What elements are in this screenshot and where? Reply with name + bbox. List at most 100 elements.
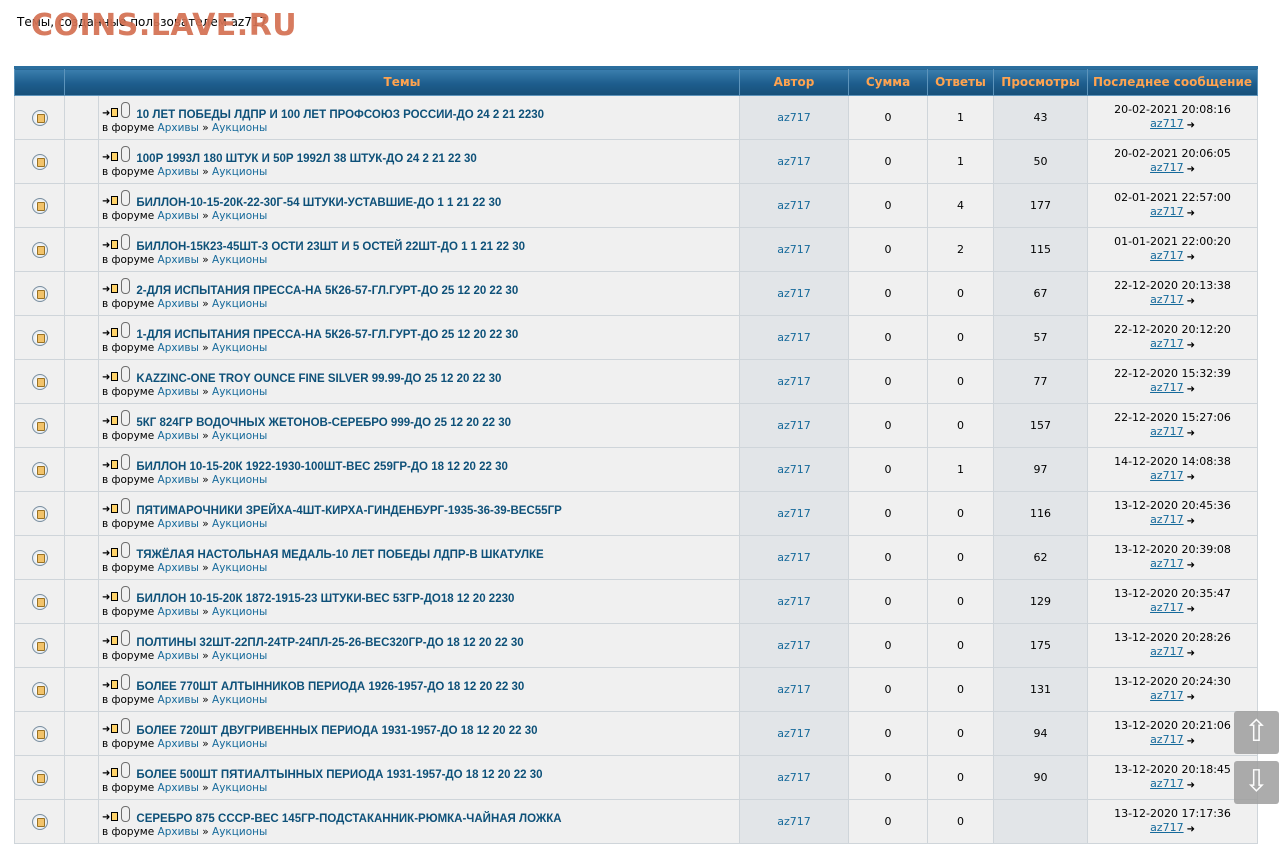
author-link[interactable]: az717 [777, 111, 811, 124]
goto-last-post-icon[interactable]: ➜ [1187, 251, 1195, 265]
last-post-author[interactable]: az717 [1150, 645, 1184, 658]
new-post-icon[interactable]: ➜ [102, 327, 119, 339]
header-last-post[interactable]: Последнее сообщение [1087, 66, 1259, 96]
forum-link-auctions[interactable]: Аукционы [212, 606, 267, 618]
topic-title-link[interactable]: БОЛЕЕ 770ШТ АЛТЫННИКОВ ПЕРИОДА 1926-1957… [136, 681, 524, 693]
forum-link-archive[interactable]: Архивы [158, 782, 199, 794]
author-link[interactable]: az717 [777, 155, 811, 168]
forum-link-archive[interactable]: Архивы [158, 738, 199, 750]
forum-link-auctions[interactable]: Аукционы [212, 474, 267, 486]
new-post-icon[interactable]: ➜ [102, 371, 119, 383]
new-post-icon[interactable]: ➜ [102, 767, 119, 779]
forum-link-auctions[interactable]: Аукционы [212, 562, 267, 574]
author-link[interactable]: az717 [777, 287, 811, 300]
topic-title-link[interactable]: БИЛЛОН-10-15-20К-22-30Г-54 ШТУКИ-УСТАВШИ… [136, 197, 501, 209]
goto-last-post-icon[interactable]: ➜ [1187, 735, 1195, 749]
topic-title-link[interactable]: БИЛЛОН 10-15-20К 1872-1915-23 ШТУКИ-ВЕС … [136, 593, 514, 605]
goto-last-post-icon[interactable]: ➜ [1187, 163, 1195, 177]
last-post-author[interactable]: az717 [1150, 733, 1184, 746]
forum-link-auctions[interactable]: Аукционы [212, 122, 267, 134]
forum-link-auctions[interactable]: Аукционы [212, 298, 267, 310]
forum-link-archive[interactable]: Архивы [158, 254, 199, 266]
last-post-author[interactable]: az717 [1150, 821, 1184, 834]
forum-link-auctions[interactable]: Аукционы [212, 166, 267, 178]
last-post-author[interactable]: az717 [1150, 117, 1184, 130]
forum-link-archive[interactable]: Архивы [158, 166, 199, 178]
author-link[interactable]: az717 [777, 551, 811, 564]
header-topics[interactable]: Темы [63, 66, 741, 96]
forum-link-auctions[interactable]: Аукционы [212, 430, 267, 442]
goto-last-post-icon[interactable]: ➜ [1187, 383, 1195, 397]
topic-title-link[interactable]: 5КГ 824ГР ВОДОЧНЫХ ЖЕТОНОВ-СЕРЕБРО 999-Д… [136, 417, 511, 429]
goto-last-post-icon[interactable]: ➜ [1187, 207, 1195, 221]
author-link[interactable]: az717 [777, 683, 811, 696]
forum-link-auctions[interactable]: Аукционы [212, 342, 267, 354]
goto-last-post-icon[interactable]: ➜ [1187, 515, 1195, 529]
author-link[interactable]: az717 [777, 639, 811, 652]
author-link[interactable]: az717 [777, 375, 811, 388]
topic-title-link[interactable]: 1-ДЛЯ ИСПЫТАНИЯ ПРЕССА-НА 5К26-57-ГЛ.ГУР… [136, 329, 518, 341]
forum-link-auctions[interactable]: Аукционы [212, 210, 267, 222]
topic-title-link[interactable]: 10 ЛЕТ ПОБЕДЫ ЛДПР И 100 ЛЕТ ПРОФСОЮЗ РО… [136, 109, 544, 121]
last-post-author[interactable]: az717 [1150, 513, 1184, 526]
topic-title-link[interactable]: 100Р 1993Л 180 ШТУК И 50Р 1992Л 38 ШТУК-… [136, 153, 476, 165]
new-post-icon[interactable]: ➜ [102, 591, 119, 603]
scroll-up-button[interactable]: ⇧ [1234, 711, 1279, 754]
author-link[interactable]: az717 [777, 463, 811, 476]
forum-link-auctions[interactable]: Аукционы [212, 518, 267, 530]
new-post-icon[interactable]: ➜ [102, 635, 119, 647]
author-link[interactable]: az717 [777, 507, 811, 520]
topic-title-link[interactable]: 2-ДЛЯ ИСПЫТАНИЯ ПРЕССА-НА 5К26-57-ГЛ.ГУР… [136, 285, 518, 297]
author-link[interactable]: az717 [777, 199, 811, 212]
topic-title-link[interactable]: БИЛЛОН-15К23-45ШТ-3 ОСТИ 23ШТ И 5 ОСТЕЙ … [136, 241, 525, 253]
forum-link-archive[interactable]: Архивы [158, 474, 199, 486]
new-post-icon[interactable]: ➜ [102, 415, 119, 427]
author-link[interactable]: az717 [777, 331, 811, 344]
topic-title-link[interactable]: СЕРЕБРО 875 СССР-ВЕС 145ГР-ПОДСТАКАННИК-… [136, 813, 561, 825]
forum-link-auctions[interactable]: Аукционы [212, 782, 267, 794]
scroll-down-button[interactable]: ⇩ [1234, 761, 1279, 804]
forum-link-archive[interactable]: Архивы [158, 386, 199, 398]
new-post-icon[interactable]: ➜ [102, 107, 119, 119]
last-post-author[interactable]: az717 [1150, 557, 1184, 570]
new-post-icon[interactable]: ➜ [102, 151, 119, 163]
last-post-author[interactable]: az717 [1150, 381, 1184, 394]
goto-last-post-icon[interactable]: ➜ [1187, 295, 1195, 309]
author-link[interactable]: az717 [777, 727, 811, 740]
forum-link-archive[interactable]: Архивы [158, 606, 199, 618]
forum-link-auctions[interactable]: Аукционы [212, 694, 267, 706]
last-post-author[interactable]: az717 [1150, 689, 1184, 702]
last-post-author[interactable]: az717 [1150, 293, 1184, 306]
topic-title-link[interactable]: БОЛЕЕ 720ШТ ДВУГРИВЕННЫХ ПЕРИОДА 1931-19… [136, 725, 537, 737]
forum-link-archive[interactable]: Архивы [158, 694, 199, 706]
forum-link-archive[interactable]: Архивы [158, 210, 199, 222]
new-post-icon[interactable]: ➜ [102, 195, 119, 207]
topic-title-link[interactable]: ПОЛТИНЫ 32ШТ-22ПЛ-24ТР-24ПЛ-25-26-ВЕС320… [136, 637, 523, 649]
last-post-author[interactable]: az717 [1150, 425, 1184, 438]
forum-link-archive[interactable]: Архивы [158, 430, 199, 442]
goto-last-post-icon[interactable]: ➜ [1187, 559, 1195, 573]
goto-last-post-icon[interactable]: ➜ [1187, 691, 1195, 705]
new-post-icon[interactable]: ➜ [102, 283, 119, 295]
forum-link-auctions[interactable]: Аукционы [212, 650, 267, 662]
last-post-author[interactable]: az717 [1150, 161, 1184, 174]
header-replies[interactable]: Ответы [927, 66, 995, 96]
last-post-author[interactable]: az717 [1150, 337, 1184, 350]
forum-link-archive[interactable]: Архивы [158, 826, 199, 838]
author-link[interactable]: az717 [777, 243, 811, 256]
new-post-icon[interactable]: ➜ [102, 679, 119, 691]
topic-title-link[interactable]: БИЛЛОН 10-15-20К 1922-1930-100ШТ-ВЕС 259… [136, 461, 508, 473]
forum-link-auctions[interactable]: Аукционы [212, 254, 267, 266]
forum-link-auctions[interactable]: Аукционы [212, 386, 267, 398]
header-views[interactable]: Просмотры [993, 66, 1089, 96]
header-author[interactable]: Автор [739, 66, 850, 96]
last-post-author[interactable]: az717 [1150, 469, 1184, 482]
forum-link-archive[interactable]: Архивы [158, 122, 199, 134]
topic-title-link[interactable]: ПЯТИМАРОЧНИКИ ЗРЕЙХА-4ШТ-КИРХА-ГИНДЕНБУР… [136, 505, 561, 517]
topic-title-link[interactable]: БОЛЕЕ 500ШТ ПЯТИАЛТЫННЫХ ПЕРИОДА 1931-19… [136, 769, 542, 781]
forum-link-archive[interactable]: Архивы [158, 650, 199, 662]
last-post-author[interactable]: az717 [1150, 205, 1184, 218]
goto-last-post-icon[interactable]: ➜ [1187, 119, 1195, 133]
new-post-icon[interactable]: ➜ [102, 239, 119, 251]
forum-link-auctions[interactable]: Аукционы [212, 738, 267, 750]
